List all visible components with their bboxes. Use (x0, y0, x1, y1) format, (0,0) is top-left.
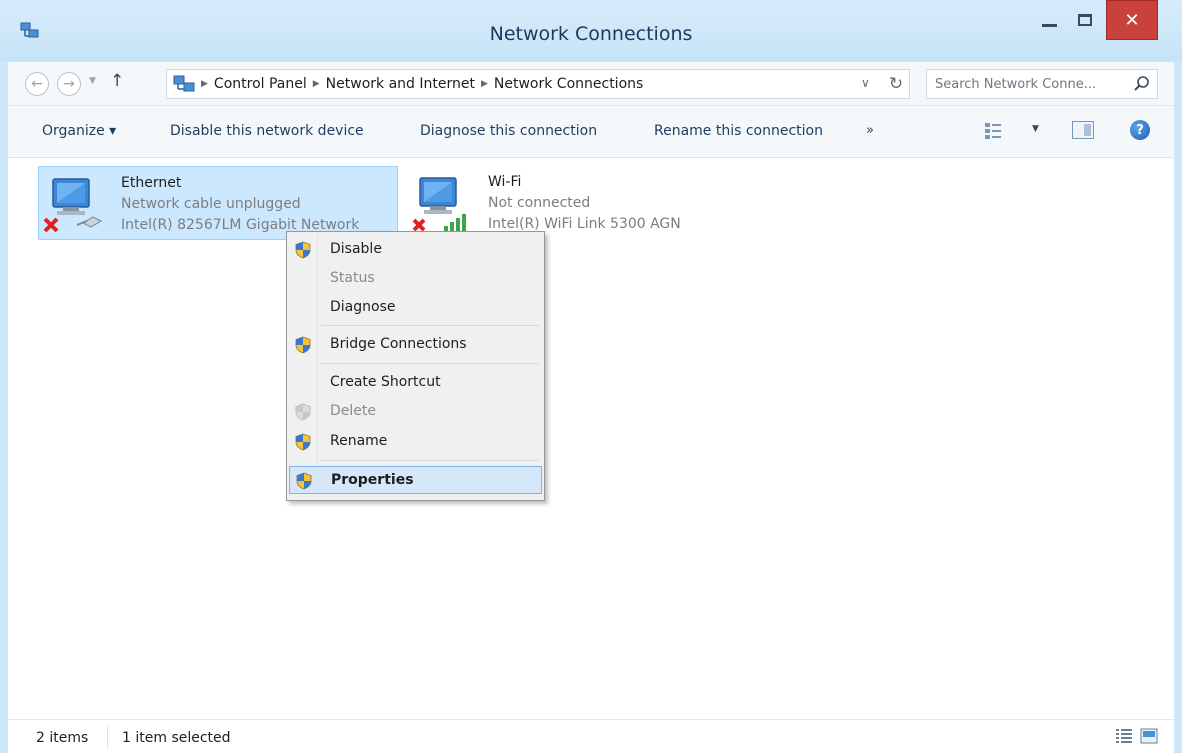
breadcrumb-network-and-internet[interactable]: Network and Internet (326, 76, 475, 92)
rename-connection-button[interactable]: Rename this connection (654, 123, 823, 139)
help-button[interactable]: ? (1130, 120, 1150, 140)
disable-network-device-button[interactable]: Disable this network device (170, 123, 364, 139)
menu-item-label: Diagnose (330, 299, 396, 315)
minimize-icon (1041, 23, 1057, 27)
details-view-icon[interactable] (1116, 729, 1132, 743)
help-icon: ? (1136, 122, 1144, 138)
window-title: Network Connections (489, 23, 693, 45)
back-button[interactable]: ← (25, 72, 49, 96)
connection-item-ethernet[interactable]: Ethernet Network cable unplugged Intel(R… (38, 166, 398, 240)
preview-pane-button[interactable] (1072, 121, 1094, 139)
minimize-button[interactable] (1032, 0, 1066, 40)
title-bar[interactable]: Network Connections (0, 0, 1182, 62)
menu-item-label: Properties (331, 472, 414, 488)
menu-separator (321, 363, 539, 364)
refresh-icon: ↻ (888, 74, 904, 94)
selection-count: 1 item selected (122, 730, 231, 746)
maximize-button[interactable] (1068, 0, 1102, 40)
uac-shield-icon (295, 241, 311, 259)
address-history-dropdown[interactable]: ∨ (861, 76, 870, 90)
breadcrumb: ▶ Control Panel ▶ Network and Internet ▶… (201, 76, 643, 92)
arrow-left-icon: ← (31, 76, 43, 92)
up-button[interactable]: ↑ (110, 71, 124, 91)
menu-item-label: Delete (330, 403, 376, 419)
breadcrumb-control-panel[interactable]: Control Panel (214, 76, 307, 92)
change-view-icon[interactable] (984, 122, 1002, 140)
menu-item-disable[interactable]: Disable (289, 236, 542, 264)
menu-item-diagnose[interactable]: Diagnose (289, 294, 542, 322)
menu-item-rename[interactable]: Rename (289, 428, 542, 456)
menu-item-bridge-connections[interactable]: Bridge Connections (289, 331, 542, 359)
arrow-right-icon: → (63, 76, 75, 92)
item-count: 2 items (36, 730, 89, 746)
connection-details: Ethernet Network cable unplugged Intel(R… (121, 173, 359, 236)
close-button[interactable]: ✕ (1106, 0, 1158, 40)
arrow-up-icon: ↑ (110, 71, 125, 91)
status-bar: 2 items 1 item selected (8, 719, 1174, 753)
uac-shield-icon (296, 472, 312, 490)
refresh-button[interactable]: ↻ (883, 71, 909, 97)
preview-pane-icon (1084, 124, 1091, 136)
connection-item-wifi[interactable]: Wi-Fi Not connected Intel(R) WiFi Link 5… (406, 166, 746, 240)
view-options-dropdown[interactable]: ▼ (1032, 124, 1039, 134)
forward-button[interactable]: → (57, 72, 81, 96)
breadcrumb-chevron-icon[interactable]: ▶ (481, 79, 488, 89)
organize-menu-button[interactable]: Organize ▾ (42, 123, 116, 139)
connection-status: Not connected (488, 195, 591, 211)
address-row: ← → ▼ ↑ ▶ Control Panel ▶ Network and In… (8, 62, 1174, 106)
chevron-down-icon: ∨ (861, 76, 870, 90)
menu-item-label: Bridge Connections (330, 336, 467, 352)
file-list-area[interactable]: Ethernet Network cable unplugged Intel(R… (8, 158, 1174, 719)
diagnose-connection-button[interactable]: Diagnose this connection (420, 123, 597, 139)
control-panel-network-icon (173, 75, 195, 92)
ethernet-disconnected-icon (43, 178, 103, 233)
menu-item-delete: Delete (289, 398, 542, 426)
menu-separator (321, 460, 539, 461)
search-icon[interactable] (1133, 75, 1151, 93)
uac-shield-disabled-icon (295, 403, 311, 421)
wifi-disconnected-icon (412, 177, 466, 232)
chevron-down-icon: ▼ (89, 76, 96, 86)
breadcrumb-chevron-icon[interactable]: ▶ (313, 79, 320, 89)
connection-name: Wi-Fi (488, 174, 522, 190)
close-icon: ✕ (1124, 9, 1140, 31)
menu-separator (321, 325, 539, 326)
menu-item-label: Rename (330, 433, 388, 449)
more-commands-button[interactable]: » (866, 123, 874, 138)
menu-item-properties[interactable]: Properties (289, 466, 542, 494)
maximize-icon (1078, 14, 1092, 26)
recent-locations-dropdown[interactable]: ▼ (89, 76, 96, 86)
menu-item-create-shortcut[interactable]: Create Shortcut (289, 369, 542, 397)
uac-shield-icon (295, 433, 311, 451)
address-bar[interactable]: ▶ Control Panel ▶ Network and Internet ▶… (166, 69, 910, 99)
connection-status: Network cable unplugged (121, 196, 301, 212)
menu-item-label: Disable (330, 241, 382, 257)
context-menu: Disable Status Diagnose Bridge Connectio… (286, 231, 545, 501)
connection-name: Ethernet (121, 175, 182, 191)
search-input[interactable] (935, 75, 1125, 93)
menu-item-label: Status (330, 270, 375, 286)
large-icons-view-icon[interactable] (1140, 728, 1158, 744)
status-separator (107, 726, 108, 748)
menu-item-label: Create Shortcut (330, 374, 441, 390)
breadcrumb-network-connections[interactable]: Network Connections (494, 76, 643, 92)
breadcrumb-chevron-icon[interactable]: ▶ (201, 79, 208, 89)
uac-shield-icon (295, 336, 311, 354)
connection-details: Wi-Fi Not connected Intel(R) WiFi Link 5… (488, 172, 681, 235)
menu-item-status: Status (289, 265, 542, 293)
chevron-down-icon: ▼ (1032, 124, 1039, 134)
search-box[interactable] (926, 69, 1158, 99)
command-bar: Organize ▾ Disable this network device D… (8, 106, 1174, 158)
